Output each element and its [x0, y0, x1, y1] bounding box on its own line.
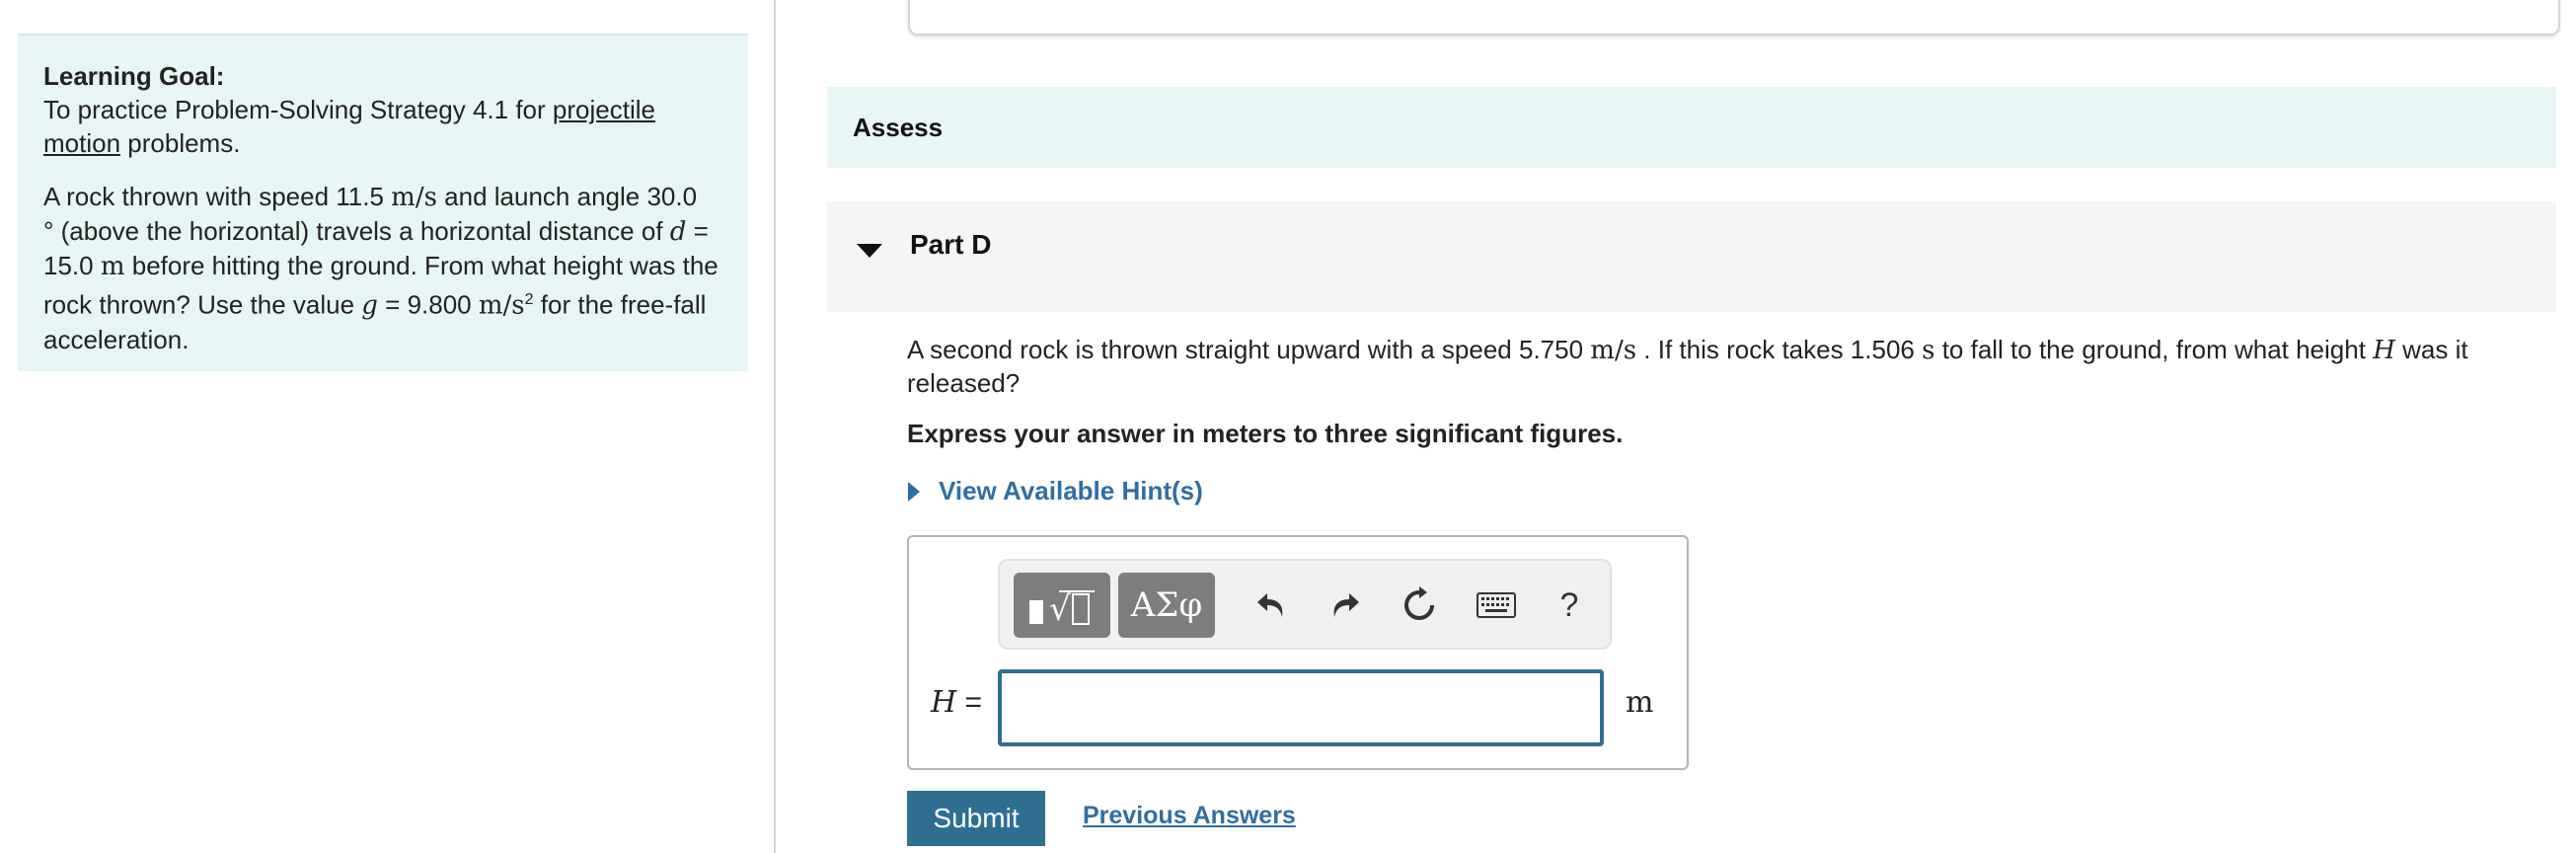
- help-label: ?: [1559, 585, 1579, 624]
- previous-part-card: [908, 0, 2560, 36]
- part-title: Part D: [910, 229, 992, 260]
- answer-unit-label: m: [1626, 685, 1654, 720]
- greek-symbols-button[interactable]: ΑΣφ: [1118, 573, 1215, 638]
- greek-symbols-label: ΑΣφ: [1130, 585, 1203, 625]
- redo-icon: [1333, 593, 1359, 617]
- undo-icon: [1257, 593, 1283, 617]
- redo-button[interactable]: [1321, 581, 1370, 630]
- keyboard-icon: [1477, 592, 1516, 618]
- templates-icon: √: [1029, 589, 1095, 629]
- learning-goal-title: Learning Goal:: [43, 61, 225, 91]
- degree-symbol: °: [43, 216, 54, 246]
- view-hints-label[interactable]: View Available Hint(s): [939, 476, 1203, 506]
- keyboard-button[interactable]: [1472, 581, 1521, 630]
- assess-header: Assess: [827, 87, 2556, 168]
- projectile-motion-link-cont[interactable]: motion: [43, 128, 120, 158]
- undo-button[interactable]: [1247, 581, 1296, 630]
- pane-divider: [774, 0, 776, 853]
- reset-button[interactable]: [1395, 581, 1444, 630]
- previous-answers-link[interactable]: Previous Answers: [1083, 802, 1296, 830]
- help-button[interactable]: ?: [1545, 581, 1594, 630]
- math-toolbar: √ ΑΣφ ?: [998, 559, 1612, 650]
- answer-variable-label: H =: [931, 685, 983, 720]
- part-d-question: A second rock is thrown straight upward …: [907, 335, 2468, 398]
- part-d-header[interactable]: Part D: [827, 201, 2556, 312]
- assess-label: Assess: [853, 112, 944, 142]
- view-hints-toggle[interactable]: View Available Hint(s): [907, 476, 1203, 506]
- svg-text:√: √: [1049, 589, 1071, 629]
- answer-input[interactable]: [998, 669, 1604, 746]
- projectile-motion-link[interactable]: projectile: [553, 95, 655, 124]
- templates-button[interactable]: √: [1014, 573, 1110, 638]
- learning-goal-panel: Learning Goal: To practice Problem-Solvi…: [18, 36, 748, 371]
- learning-goal-intro: To practice Problem-Solving Strategy 4.1…: [43, 95, 655, 124]
- reset-icon: [1404, 586, 1434, 620]
- problem-statement: A rock thrown with speed 11.5 m/s and la…: [43, 182, 719, 354]
- collapse-triangle-icon[interactable]: [855, 241, 884, 261]
- expand-triangle-icon: [908, 481, 920, 502]
- answer-entry-box: √ ΑΣφ ? H = m: [907, 535, 1689, 770]
- submit-button[interactable]: Submit: [907, 791, 1045, 846]
- answer-instruction: Express your answer in meters to three s…: [907, 419, 1624, 448]
